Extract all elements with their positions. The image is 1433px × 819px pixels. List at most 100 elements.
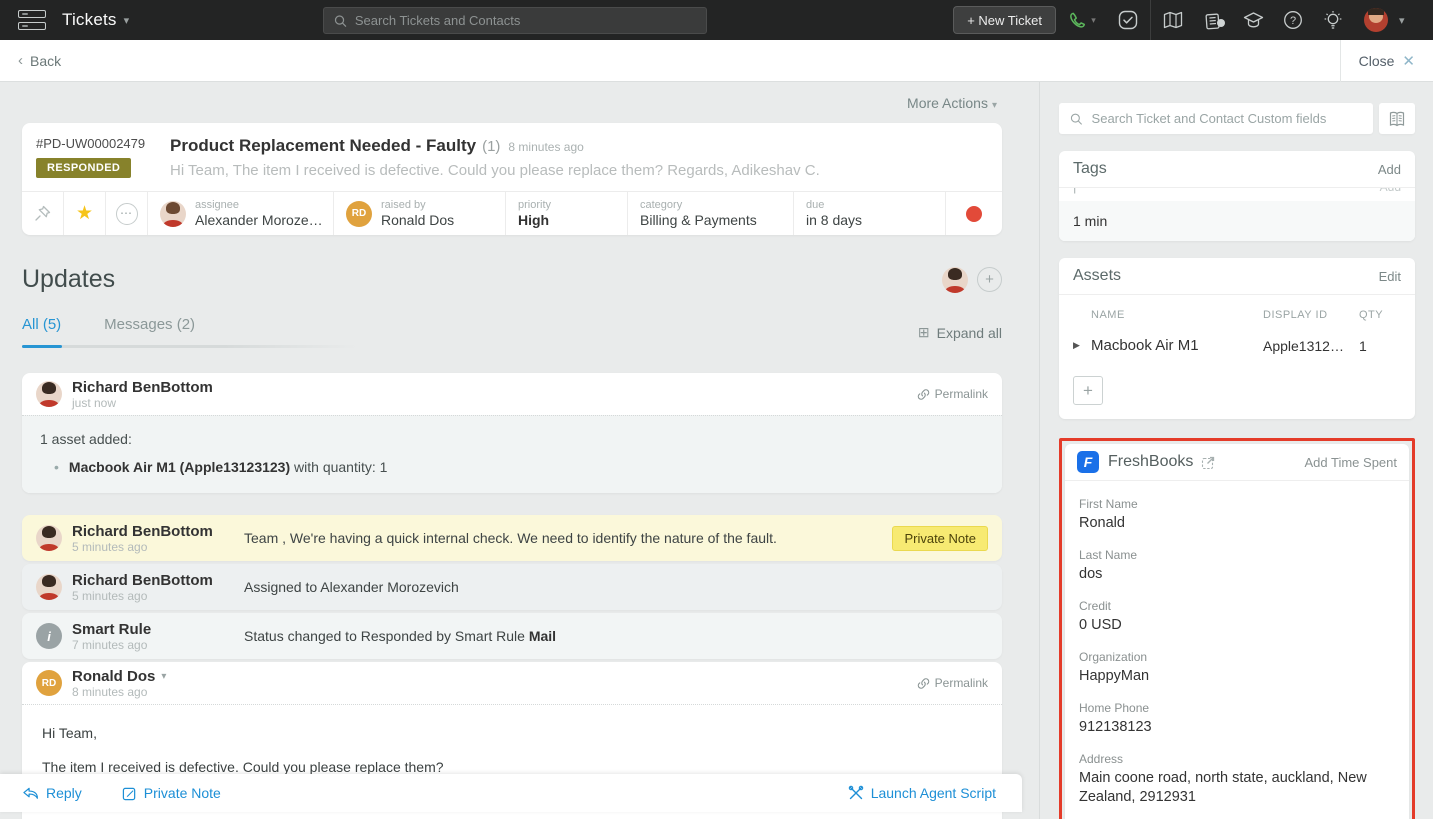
app-title-chevron-icon[interactable]: ▾ [124,14,130,27]
reply-icon [22,786,39,801]
help-icon[interactable]: ? [1273,10,1313,30]
message-line: The item I received is defective. Could … [42,759,982,775]
tab-underline [22,345,357,348]
back-label: Back [30,53,61,69]
phone-chevron-icon: ▾ [1091,15,1096,26]
author-avatar [36,381,62,407]
learning-cap-icon[interactable] [1233,11,1273,29]
book-icon [1388,111,1406,127]
record-status-cell[interactable] [946,192,1002,235]
tab-all[interactable]: All (5) [22,316,61,345]
author-avatar: RD [36,670,62,696]
pin-button[interactable] [22,192,64,235]
close-button[interactable]: Close ✕ [1340,40,1433,82]
top-nav: Tickets ▾ + New Ticket ▾ ? ▾ [0,0,1433,40]
global-search-input[interactable] [355,13,706,28]
tab-messages[interactable]: Messages (2) [104,316,195,345]
assets-card: Assets Edit NAME DISPLAY ID QTY ▶ Macboo… [1059,258,1415,419]
custom-fields-search-input[interactable] [1092,111,1373,126]
ticket-property-bar: ★ ⋯ assignee Alexander Moroze… RD raised… [22,191,1002,235]
app-switcher-icon[interactable] [18,10,46,30]
expand-row-icon[interactable]: ▶ [1073,340,1091,351]
time-entry-row[interactable]: 1 min [1059,201,1415,241]
private-note-badge: Private Note [892,526,988,551]
user-avatar[interactable] [1353,8,1399,32]
profile-chevron-icon[interactable]: ▾ [1399,14,1433,27]
raised-by-cell[interactable]: RD raised by Ronald Dos [334,192,506,235]
expand-all-button[interactable]: ⊞ Expand all [918,324,1002,341]
freshbooks-card: F FreshBooks Add Time Spent First Name R… [1065,444,1409,819]
update-item-assigned: Richard BenBottom 5 minutes ago Assigned… [22,564,1002,610]
note-pencil-icon [122,786,137,801]
notification-dot [1217,19,1225,27]
idea-bulb-icon[interactable] [1313,10,1353,31]
link-icon [917,388,930,401]
field-organization: Organization HappyMan [1079,650,1395,686]
add-time-spent-button[interactable]: Add Time Spent [1305,455,1398,470]
asset-row[interactable]: ▶ Macbook Air M1 Apple1312… 1 [1073,337,1401,354]
more-actions-button[interactable]: More Actions▾ [907,95,997,111]
add-asset-button[interactable]: + [1073,376,1103,405]
fields-catalog-button[interactable] [1379,103,1415,134]
content-area: More Actions▾ #PD-UW00002479 RESPONDED P… [0,82,1433,819]
col-name: NAME [1073,309,1263,321]
new-ticket-button[interactable]: + New Ticket [953,6,1056,34]
assets-edit-button[interactable]: Edit [1379,269,1401,284]
field-address: Address Main coone road, north state, au… [1079,752,1395,807]
ticket-summary-card: #PD-UW00002479 RESPONDED Product Replace… [22,123,1002,235]
expand-icon: ⊞ [918,324,930,341]
update-item-asset-added: Richard BenBottom just now Permalink 1 a… [22,373,1002,493]
event-text: Assigned to Alexander Morozevich [224,579,988,595]
ellipsis-icon: ⋯ [116,203,138,225]
message-chevron-icon[interactable]: ▾ [161,668,166,685]
permalink-button[interactable]: Permalink [917,387,988,401]
map-icon[interactable] [1153,11,1193,29]
close-icon: ✕ [1402,52,1415,70]
update-time: 5 minutes ago [72,540,224,554]
red-dot-icon [966,206,982,222]
external-link-icon[interactable] [1201,455,1216,470]
status-badge: RESPONDED [36,158,131,178]
note-text: Team , We're having a quick internal che… [224,530,892,546]
launch-agent-script-button[interactable]: Launch Agent Script [848,785,996,801]
asset-added-bullet: •Macbook Air M1 (Apple13123123) with qua… [40,459,984,475]
message-line: Hi Team, [42,725,982,741]
category-cell[interactable]: category Billing & Payments [628,192,794,235]
due-cell[interactable]: due in 8 days [794,192,946,235]
search-icon [1070,112,1083,126]
asset-name: Macbook Air M1 [1091,337,1263,354]
phone-icon[interactable]: ▾ [1056,11,1108,30]
category-value: Billing & Payments [640,212,757,229]
tasks-check-icon[interactable] [1108,10,1148,30]
news-feed-icon[interactable] [1193,11,1233,30]
ticket-title[interactable]: Product Replacement Needed - Faulty [170,136,476,156]
ticket-time: 8 minutes ago [508,140,583,154]
ticket-preview: Hi Team, The item I received is defectiv… [170,162,986,179]
private-note-button[interactable]: Private Note [122,785,221,801]
updates-heading: Updates [22,265,115,294]
assets-table-header: NAME DISPLAY ID QTY [1073,309,1401,321]
tags-add-button[interactable]: Add [1378,162,1401,177]
author-name: Smart Rule [72,621,224,638]
tags-card: Tags Add | Add 1 min [1059,151,1415,241]
ticket-id: #PD-UW00002479 [36,136,148,151]
app-title[interactable]: Tickets [62,10,117,30]
permalink-button[interactable]: Permalink [917,676,988,690]
update-item-smart-rule: i Smart Rule 7 minutes ago Status change… [22,613,1002,659]
update-time: 8 minutes ago [72,685,166,699]
star-button[interactable]: ★ [64,192,106,235]
reply-button[interactable]: Reply [22,785,82,801]
priority-label: priority [518,199,551,212]
custom-fields-search[interactable] [1059,103,1373,134]
author-avatar [36,574,62,600]
back-button[interactable]: ‹ Back [18,52,61,69]
raised-by-label: raised by [381,199,454,212]
ticket-sidebar: Tags Add | Add 1 min Assets Edit NAME DI… [1041,82,1433,819]
freshbooks-highlight-box: F FreshBooks Add Time Spent First Name R… [1059,438,1415,819]
priority-cell[interactable]: priority High [506,192,628,235]
more-options-button[interactable]: ⋯ [106,192,148,235]
global-search[interactable] [323,7,707,34]
pin-icon [34,205,51,222]
assignee-cell[interactable]: assignee Alexander Moroze… [148,192,334,235]
add-update-button[interactable]: + [977,267,1002,292]
